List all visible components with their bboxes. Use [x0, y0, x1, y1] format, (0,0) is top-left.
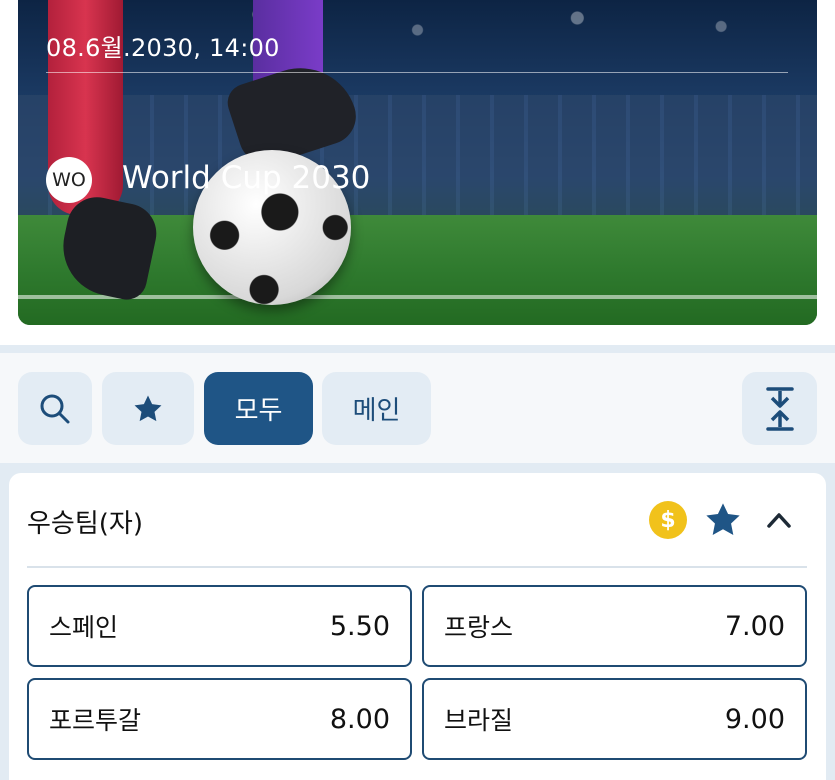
tab-all[interactable]: 모두 [204, 372, 313, 445]
outcome-name: 브라질 [444, 706, 514, 735]
dollar-coin-icon[interactable]: $ [649, 501, 687, 539]
competition-badge: WO [46, 157, 92, 203]
odds-button[interactable]: 포르투갈 8.00 [27, 678, 412, 760]
event-datetime: 08.6월.2030, 14:00 [46, 34, 280, 62]
outcome-name: 프랑스 [444, 613, 514, 642]
star-icon [134, 395, 162, 421]
favorites-filter-button[interactable] [102, 372, 194, 445]
search-button[interactable] [18, 372, 92, 445]
outcome-odds: 5.50 [329, 610, 390, 642]
odds-button[interactable]: 프랑스 7.00 [422, 585, 807, 667]
odds-button[interactable]: 스페인 5.50 [27, 585, 412, 667]
market-title[interactable]: 우승팀(자) [27, 503, 143, 540]
event-header: 08.6월.2030, 14:00 WO World Cup 2030 [0, 0, 835, 345]
market-card: 우승팀(자) $ 스페인 5.50 프랑스 7.00 포르투갈 8.00 브라질… [9, 473, 826, 780]
outcome-name: 스페인 [49, 613, 119, 642]
outcome-odds: 9.00 [724, 703, 785, 735]
banner-divider [46, 72, 788, 73]
star-icon[interactable] [702, 499, 744, 541]
chevron-up-icon[interactable] [764, 506, 794, 534]
event-title[interactable]: World Cup 2030 [122, 160, 370, 196]
filter-bar: 모두 메인 [0, 353, 835, 463]
collapse-all-icon [765, 386, 794, 431]
event-banner: 08.6월.2030, 14:00 WO World Cup 2030 [18, 0, 817, 325]
outcome-odds: 7.00 [724, 610, 785, 642]
stadium-stands [18, 95, 817, 220]
outcome-odds: 8.00 [329, 703, 390, 735]
market-divider [27, 566, 807, 568]
search-icon [40, 394, 70, 423]
outcome-name: 포르투갈 [49, 706, 142, 735]
tab-main[interactable]: 메인 [322, 372, 431, 445]
odds-button[interactable]: 브라질 9.00 [422, 678, 807, 760]
collapse-all-button[interactable] [742, 372, 817, 445]
